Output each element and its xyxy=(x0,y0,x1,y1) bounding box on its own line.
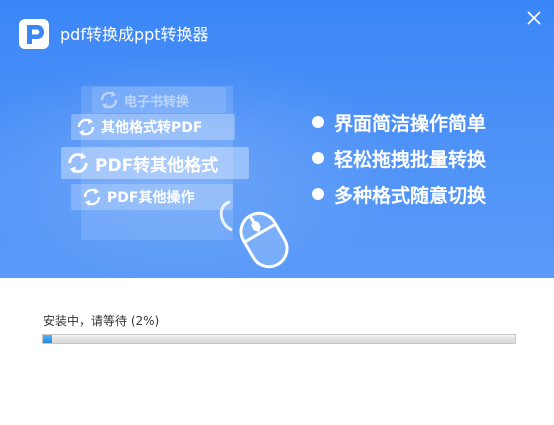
card-other-to-pdf: 其他格式转PDF xyxy=(71,114,235,140)
convert-arrows-icon xyxy=(83,188,101,206)
feature-text: 轻松拖拽批量转换 xyxy=(334,148,487,171)
convert-arrows-icon xyxy=(77,118,95,136)
feature-illustration: 电子书转换 其他格式转PDF PDF转其他格式 PDF其他操作 xyxy=(0,0,300,278)
header-banner: pdf转换成ppt转换器 电子书转换 其他格式转PDF PDF转其他格式 PDF… xyxy=(0,0,554,278)
install-progress-fill xyxy=(43,335,53,343)
mouse-icon xyxy=(219,200,289,269)
install-status-text: 安装中，请等待 (2%) xyxy=(43,314,160,328)
card-label: PDF其他操作 xyxy=(107,190,195,206)
feature-item: 界面简洁操作简单 xyxy=(312,104,486,140)
convert-arrows-icon xyxy=(68,152,88,174)
feature-list: 界面简洁操作简单 轻松拖拽批量转换 多种格式随意切换 xyxy=(312,104,486,212)
bullet-dot-icon xyxy=(312,116,324,128)
close-button[interactable] xyxy=(522,6,546,30)
card-pdf-to-other: PDF转其他格式 xyxy=(61,147,249,179)
feature-item: 轻松拖拽批量转换 xyxy=(312,140,486,176)
card-label: 其他格式转PDF xyxy=(101,120,203,136)
card-ebook-convert: 电子书转换 xyxy=(92,87,226,113)
bullet-dot-icon xyxy=(312,188,324,200)
card-label: 电子书转换 xyxy=(124,94,190,110)
card-pdf-other-ops: PDF其他操作 xyxy=(71,184,233,210)
close-icon xyxy=(527,11,541,25)
feature-text: 界面简洁操作简单 xyxy=(334,112,487,135)
feature-item: 多种格式随意切换 xyxy=(312,176,486,212)
install-progress-bar xyxy=(42,334,516,344)
bullet-dot-icon xyxy=(312,152,324,164)
convert-arrows-icon xyxy=(100,91,118,109)
feature-text: 多种格式随意切换 xyxy=(334,184,487,207)
card-label: PDF转其他格式 xyxy=(95,155,219,176)
